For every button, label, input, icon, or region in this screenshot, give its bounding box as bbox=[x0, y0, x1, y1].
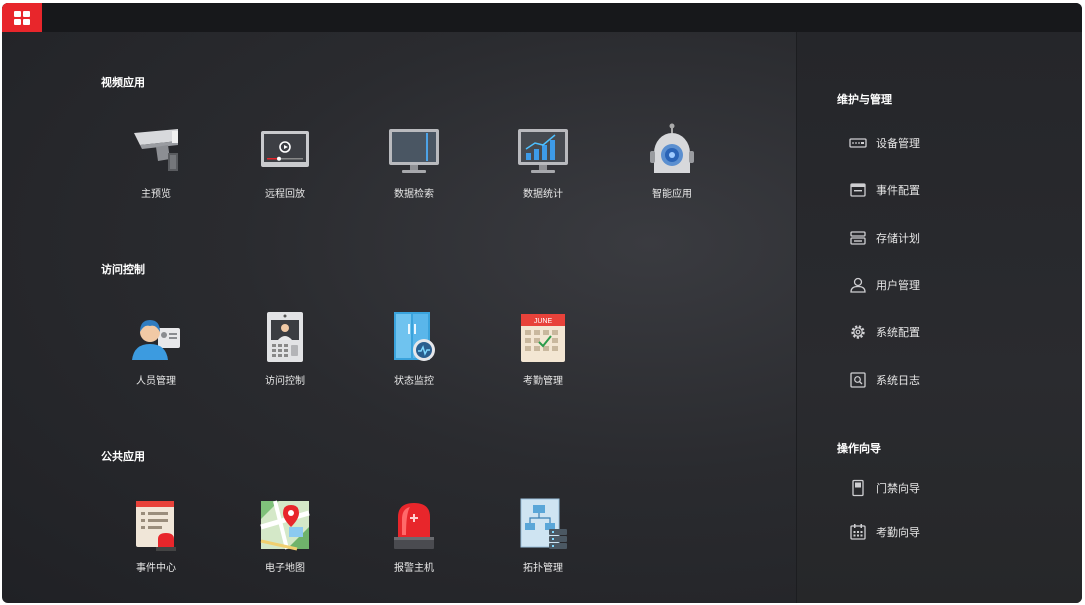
panel-title-maintenance: 维护与管理 bbox=[837, 93, 892, 106]
tile-status-monitor[interactable]: 状态监控 bbox=[359, 310, 469, 387]
tile-person-management[interactable]: 人员管理 bbox=[101, 310, 211, 387]
tile-label: 报警主机 bbox=[394, 563, 434, 574]
door-icon bbox=[852, 479, 864, 497]
tile-electronic-map[interactable]: 电子地图 bbox=[230, 497, 340, 574]
menu-item-label: 设备管理 bbox=[876, 137, 920, 150]
bar-chart-monitor-icon bbox=[518, 129, 568, 173]
menu-item-user-management[interactable]: 用户管理 bbox=[849, 276, 920, 294]
storage-icon bbox=[850, 231, 866, 245]
door-monitor-icon bbox=[394, 312, 435, 361]
section-title-video: 视频应用 bbox=[101, 76, 145, 89]
map-pin-icon bbox=[260, 500, 310, 551]
user-icon bbox=[850, 277, 866, 293]
menu-item-device-management[interactable]: 设备管理 bbox=[849, 134, 920, 152]
tile-label: 人员管理 bbox=[136, 376, 176, 387]
calendar-month-label: JUNE bbox=[534, 318, 553, 325]
tile-topology-management[interactable]: 拓扑管理 bbox=[488, 497, 598, 574]
main-window: 视频应用 主预览 远程回放 数据检索 数据统计 智能应用 访问控制 人员管理 访… bbox=[2, 3, 1082, 603]
tile-access-control[interactable]: 访问控制 bbox=[230, 310, 340, 387]
event-config-icon bbox=[850, 183, 866, 197]
log-search-icon bbox=[850, 372, 866, 388]
monitor-search-icon bbox=[389, 129, 439, 173]
tile-label: 数据统计 bbox=[523, 189, 563, 200]
tile-label: 状态监控 bbox=[394, 376, 434, 387]
alarm-light-icon bbox=[394, 503, 434, 549]
tile-remote-playback[interactable]: 远程回放 bbox=[230, 123, 340, 200]
tile-smart-application[interactable]: 智能应用 bbox=[617, 123, 727, 200]
tile-data-search[interactable]: 数据检索 bbox=[359, 123, 469, 200]
tile-label: 事件中心 bbox=[136, 563, 176, 574]
tile-data-statistics[interactable]: 数据统计 bbox=[488, 123, 598, 200]
tile-event-center[interactable]: 事件中心 bbox=[101, 497, 211, 574]
menu-item-event-config[interactable]: 事件配置 bbox=[849, 181, 920, 199]
tile-label: 拓扑管理 bbox=[523, 563, 563, 574]
tile-label: 数据检索 bbox=[394, 189, 434, 200]
camera-icon bbox=[134, 129, 178, 171]
calendar-grid-icon bbox=[850, 524, 866, 540]
person-card-icon bbox=[132, 320, 180, 360]
tile-label: 智能应用 bbox=[652, 189, 692, 200]
app-menu-button[interactable] bbox=[2, 3, 42, 32]
tile-label: 电子地图 bbox=[265, 563, 305, 574]
tile-label: 远程回放 bbox=[265, 189, 305, 200]
menu-item-storage-schedule[interactable]: 存储计划 bbox=[849, 229, 920, 247]
intercom-icon bbox=[267, 312, 303, 362]
menu-item-attendance-wizard[interactable]: 考勤向导 bbox=[849, 523, 920, 541]
grid-icon bbox=[14, 10, 30, 25]
menu-item-label: 门禁向导 bbox=[876, 482, 920, 495]
calendar-icon: JUNE bbox=[521, 314, 565, 362]
menu-item-system-config[interactable]: 系统配置 bbox=[849, 323, 920, 341]
menu-item-label: 事件配置 bbox=[876, 184, 920, 197]
device-icon bbox=[849, 138, 867, 148]
section-title-access-control: 访问控制 bbox=[101, 263, 145, 276]
section-title-public: 公共应用 bbox=[101, 450, 145, 463]
topology-icon bbox=[520, 498, 567, 549]
menu-item-label: 系统配置 bbox=[876, 326, 920, 339]
tile-label: 访问控制 bbox=[265, 376, 305, 387]
menu-item-door-wizard[interactable]: 门禁向导 bbox=[849, 479, 920, 497]
tile-alarm-host[interactable]: 报警主机 bbox=[359, 497, 469, 574]
title-bar bbox=[2, 3, 1082, 32]
menu-item-label: 存储计划 bbox=[876, 232, 920, 245]
tile-label: 考勤管理 bbox=[523, 376, 563, 387]
right-panel: 维护与管理 设备管理 事件配置 存储计划 用户管理 系统配置 系统日志 操作向导… bbox=[796, 32, 1082, 603]
menu-item-label: 考勤向导 bbox=[876, 526, 920, 539]
tile-main-preview[interactable]: 主预览 bbox=[101, 123, 211, 200]
tile-attendance-management[interactable]: JUNE 考勤管理 bbox=[488, 310, 598, 387]
menu-item-system-log[interactable]: 系统日志 bbox=[849, 371, 920, 389]
panel-title-wizard: 操作向导 bbox=[837, 442, 881, 455]
tile-label: 主预览 bbox=[141, 189, 171, 200]
gear-icon bbox=[851, 325, 865, 339]
menu-item-label: 用户管理 bbox=[876, 279, 920, 292]
menu-item-label: 系统日志 bbox=[876, 374, 920, 387]
playback-screen-icon bbox=[261, 131, 309, 167]
robot-camera-icon bbox=[650, 123, 694, 173]
event-list-icon bbox=[136, 501, 176, 551]
